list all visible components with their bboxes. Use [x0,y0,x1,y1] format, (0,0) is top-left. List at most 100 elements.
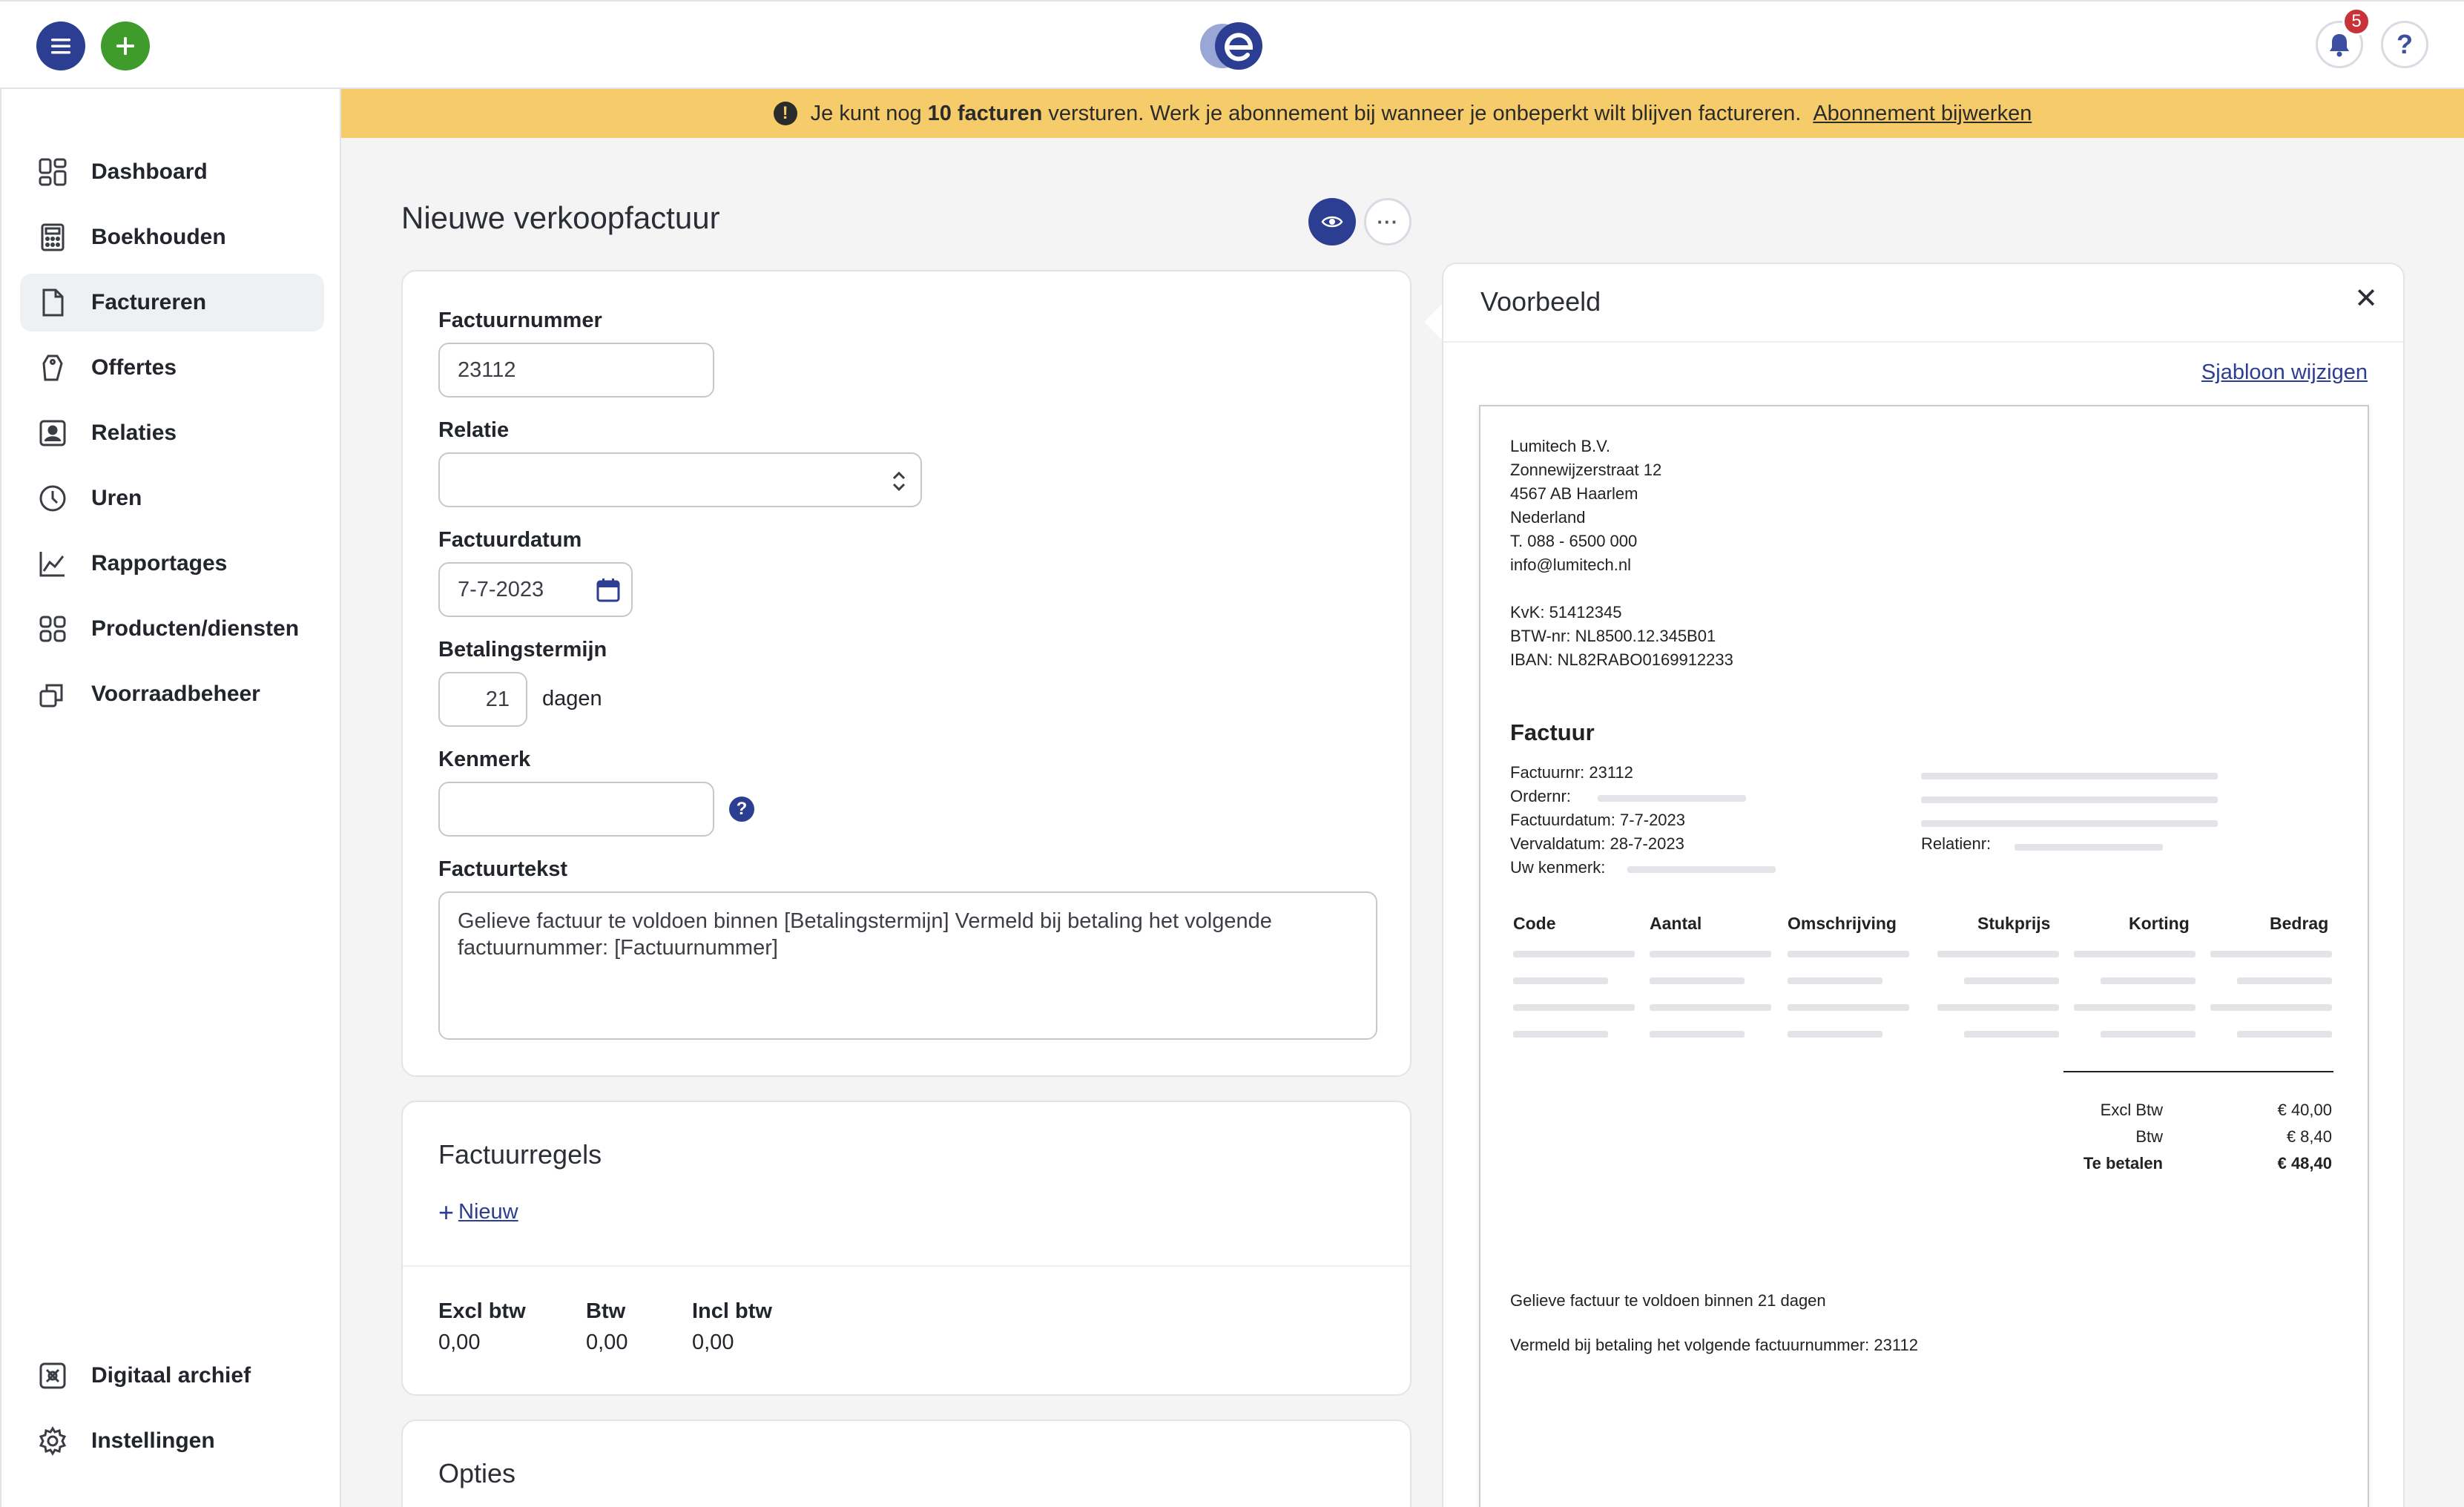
sidebar-item-label: Rapportages [91,551,228,576]
line-chart-icon [36,547,69,580]
calculator-icon [36,221,69,254]
top-bar: 5 ? [0,0,2464,89]
placeholder-bar [1788,977,1882,984]
btw-value: 0,00 [586,1330,628,1354]
app-logo[interactable] [1197,18,1268,74]
reference-input[interactable] [438,782,714,837]
more-options-button[interactable]: ··· [1364,198,1411,245]
company-line: 4567 AB Haarlem [1510,484,1638,503]
sidebar: Dashboard Boekhouden Factureren Offertes [0,89,341,1507]
page-title: Nieuwe verkoopfactuur [401,200,720,235]
company-line: info@lumitech.nl [1510,555,1631,574]
eye-icon [1321,216,1343,228]
dashboard-icon [36,156,69,188]
invoice-text-label: Factuurtekst [438,857,568,881]
sidebar-item-relaties[interactable]: Relaties [20,404,324,462]
invoice-date-label: Factuurdatum [438,528,582,552]
detail-line: Factuurdatum: 7-7-2023 [1510,811,1686,829]
company-line: Nederland [1510,508,1586,527]
help-button[interactable]: ? [2381,21,2428,68]
detail-line: Vervaldatum: 28-7-2023 [1510,834,1684,853]
sidebar-item-boekhouden[interactable]: Boekhouden [20,208,324,266]
detail-line: Uw kenmerk: [1510,858,1606,877]
new-line-link[interactable]: + Nieuw [438,1198,518,1225]
placeholder-bar [1937,1004,2059,1011]
summary-value: € 40,00 [2277,1101,2332,1119]
sidebar-item-dashboard[interactable]: Dashboard [20,143,324,201]
plus-icon [116,37,134,55]
placeholder-bar [1650,977,1745,984]
sidebar-item-instellingen[interactable]: Instellingen [20,1412,324,1470]
column-header-aantal: Aantal [1650,914,1702,933]
invoice-lines-card: Factuurregels + Nieuw Excl btw 0,00 Btw … [401,1101,1411,1396]
excl-btw-value: 0,00 [438,1330,481,1354]
column-header-code: Code [1513,914,1556,933]
placeholder-bar [2015,844,2163,851]
new-line-label: Nieuw [458,1200,518,1224]
column-header-bedrag: Bedrag [2270,914,2329,933]
relation-select[interactable] [438,452,922,507]
reference-help-icon[interactable]: ? [729,797,754,822]
banner-highlight: 10 facturen [927,101,1043,125]
column-header-korting: Korting [2129,914,2190,933]
bell-icon [2330,34,2349,57]
summary-divider [2063,1071,2333,1072]
clock-icon [36,482,69,515]
excl-btw-label: Excl btw [438,1299,526,1323]
registration-line: BTW-nr: NL8500.12.345B01 [1510,627,1716,645]
company-line: Zonnewijzerstraat 12 [1510,461,1662,479]
sidebar-item-offertes[interactable]: Offertes [20,339,324,397]
tag-icon [36,352,69,384]
placeholder-bar [1964,977,2059,984]
preview-title: Voorbeeld [1480,286,1601,317]
boxes-icon [36,678,69,710]
update-subscription-link[interactable]: Abonnement bijwerken [1813,102,2032,126]
summary-label: Btw [2135,1127,2163,1146]
placeholder-bar [1650,951,1771,957]
divider [1443,341,2403,343]
sidebar-item-label: Factureren [91,290,207,314]
calendar-icon[interactable] [596,577,621,604]
menu-button[interactable] [36,22,85,70]
options-title: Opties [438,1458,516,1488]
placeholder-bar [2210,951,2332,957]
invoice-text-textarea[interactable]: Gelieve factuur te voldoen binnen [Betal… [438,891,1377,1040]
close-icon[interactable]: ✕ [2351,283,2381,314]
placeholder-bar [2237,977,2332,984]
sidebar-item-factureren[interactable]: Factureren [20,274,324,332]
placeholder-bar [2210,1004,2332,1011]
change-template-link[interactable]: Sjabloon wijzigen [2201,360,2368,385]
sidebar-item-label: Producten/diensten [91,616,300,641]
grid-icon [36,613,69,645]
incl-btw-value: 0,00 [692,1330,734,1354]
sidebar-item-label: Voorraadbeheer [91,682,260,706]
placeholder-bar [1650,1004,1771,1011]
sidebar-item-label: Instellingen [91,1428,215,1453]
sidebar-item-producten-diensten[interactable]: Producten/diensten [20,600,324,658]
add-button[interactable] [101,22,150,70]
archive-icon [36,1359,69,1392]
invoice-number-input[interactable]: 23112 [438,343,714,398]
invoice-form-card: Factuurnummer 23112 Relatie Factuurdatum… [401,270,1411,1077]
sidebar-item-uren[interactable]: Uren [20,469,324,527]
sidebar-item-voorraadbeheer[interactable]: Voorraadbeheer [20,665,324,723]
placeholder-bar [1513,951,1635,957]
column-header-omschrijving: Omschrijving [1788,914,1897,933]
summary-value: € 48,40 [2277,1154,2332,1173]
placeholder-bar [1921,797,2218,803]
column-header-stukprijs: Stukprijs [1977,914,2051,933]
registration-line: KvK: 51412345 [1510,603,1622,621]
placeholder-bar [1598,795,1746,802]
preview-toggle-button[interactable] [1308,198,1356,245]
logo-icon [1200,22,1262,70]
sidebar-item-rapportages[interactable]: Rapportages [20,535,324,593]
sidebar-item-label: Offertes [91,355,177,380]
banner-text-after: versturen. Werk je abonnement bij wannee… [1048,101,1802,125]
placeholder-bar [2237,1031,2332,1038]
payment-term-input[interactable]: 21 [438,672,527,727]
placeholder-bar [1788,1004,1909,1011]
invoice-date-input[interactable]: 7-7-2023 [438,562,633,617]
banner-text-before: Je kunt nog [810,101,922,125]
sidebar-item-digitaal-archief[interactable]: Digitaal archief [20,1347,324,1405]
btw-label: Btw [586,1299,626,1323]
